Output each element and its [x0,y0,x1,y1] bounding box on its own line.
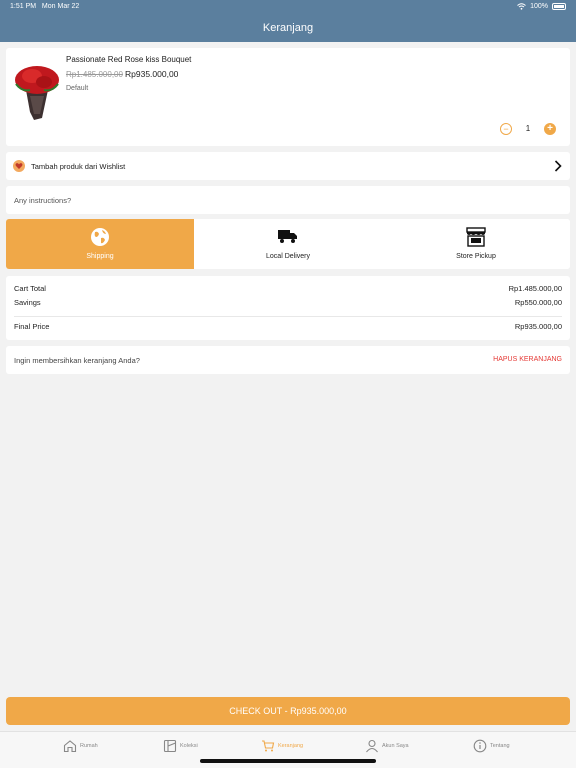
delivery-option-label: Shipping [86,253,114,260]
store-icon [466,227,486,247]
tab-koleksi[interactable]: Koleksi [163,739,198,753]
savings-row: Savings Rp550.000,00 [14,298,562,307]
clear-cart-row: Ingin membersihkan keranjang Anda? HAPUS… [6,346,570,374]
final-price-row: Final Price Rp935.000,00 [14,322,562,331]
nav-bar: Keranjang [0,14,576,42]
original-price: Rp1.485.000,00 [66,70,123,79]
tab-label: Keranjang [278,743,304,749]
tab-tentang[interactable]: Tentang [473,739,510,753]
chevron-right-icon [554,160,562,172]
order-summary: Cart Total Rp1.485.000,00 Savings Rp550.… [6,276,570,340]
user-icon [366,739,378,753]
cart-item: Passionate Red Rose kiss Bouquet Rp1.485… [6,48,570,146]
sale-price: Rp935.000,00 [125,69,179,79]
checkout-button[interactable]: CHECK OUT - Rp935.000,00 [6,697,570,725]
clear-cart-button[interactable]: HAPUS KERANJANG [493,356,562,363]
increase-quantity-button[interactable]: + [544,123,556,135]
delivery-option-label: Local Delivery [266,253,310,260]
clear-cart-question: Ingin membersihkan keranjang Anda? [14,356,140,365]
decrease-quantity-button[interactable]: − [500,123,512,135]
cart-total-value: Rp1.485.000,00 [508,284,562,293]
home-icon [63,740,77,753]
tab-label: Rumah [80,743,98,749]
savings-label: Savings [14,298,41,307]
final-price-label: Final Price [14,322,50,331]
savings-value: Rp550.000,00 [514,298,562,307]
final-price-value: Rp935.000,00 [514,322,562,331]
delivery-option-shipping[interactable]: Shipping [6,219,194,269]
tab-rumah[interactable]: Rumah [63,739,98,753]
battery-percent: 100% [530,3,548,10]
product-name[interactable]: Passionate Red Rose kiss Bouquet [66,55,191,64]
product-variant: Default [66,85,89,92]
battery-icon [552,3,566,10]
instructions-placeholder: Any instructions? [14,196,72,205]
status-date: Mon Mar 22 [41,3,80,10]
delivery-option-label: Store Pickup [456,253,496,260]
instructions-field[interactable]: Any instructions? [6,186,570,214]
add-from-wishlist-row[interactable]: Tambah produk dari Wishlist [6,152,570,180]
product-image[interactable] [12,62,62,124]
cart-total-label: Cart Total [14,284,46,293]
tab-akun-saya[interactable]: Akun Saya [365,739,409,753]
globe-icon [91,228,109,246]
home-indicator[interactable] [200,759,376,763]
cart-icon [262,740,275,752]
quantity-value: 1 [525,124,531,133]
heart-icon [13,160,25,172]
tab-label: Tentang [490,743,510,749]
delivery-method-selector: Shipping Local Delivery Store Pickup [6,219,570,269]
delivery-option-pickup[interactable]: Store Pickup [382,219,570,269]
tab-keranjang[interactable]: Keranjang [261,739,303,753]
status-time: 1:51 PM [10,3,37,10]
status-bar: 1:51 PM Mon Mar 22 100% [0,0,576,14]
truck-icon [278,230,297,243]
tab-label: Akun Saya [382,743,409,749]
collection-icon [163,739,177,753]
tab-label: Koleksi [180,743,198,749]
divider [14,316,562,317]
wishlist-label: Tambah produk dari Wishlist [31,162,126,171]
cart-total-row: Cart Total Rp1.485.000,00 [14,284,562,293]
page-title: Keranjang [262,22,314,34]
info-icon [473,739,487,753]
delivery-option-local[interactable]: Local Delivery [194,219,382,269]
wifi-icon [517,3,526,10]
